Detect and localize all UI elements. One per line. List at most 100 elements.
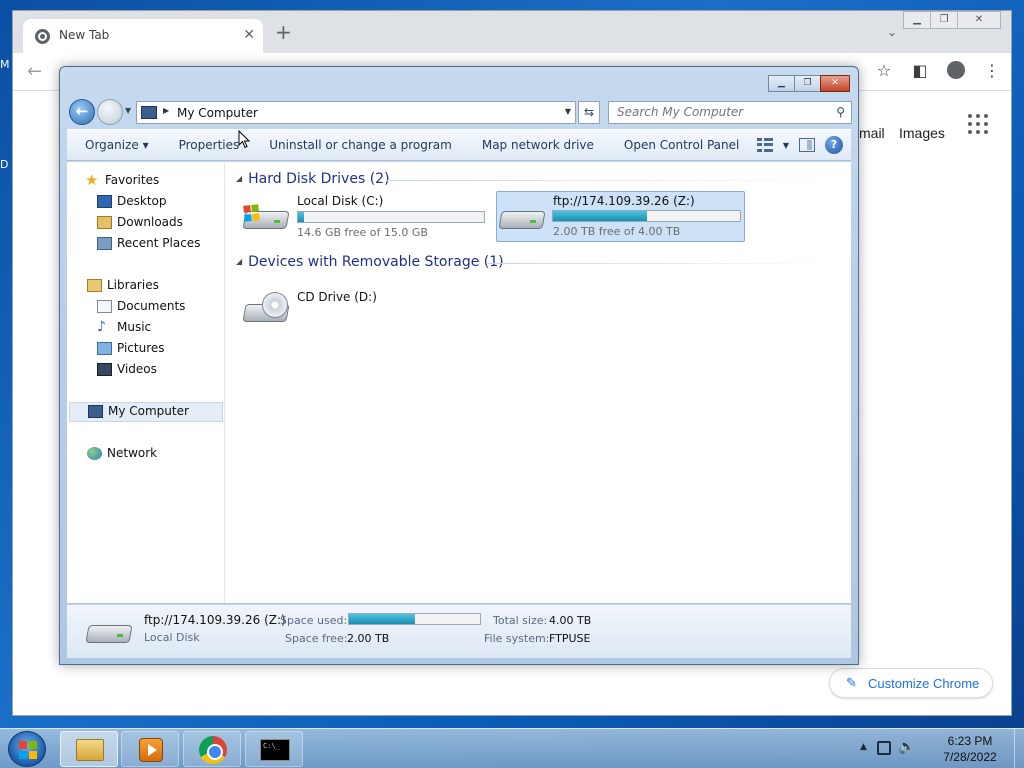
computer-icon [88, 405, 103, 418]
breadcrumb-separator-icon[interactable]: ▶ [163, 106, 169, 115]
help-icon[interactable]: ? [825, 136, 843, 154]
explorer-body: ★ Favorites Desktop Downloads Recent Pla… [67, 162, 851, 603]
drive-c[interactable]: Local Disk (C:) 14.6 GB free of 15.0 GB [242, 191, 485, 242]
start-button[interactable] [8, 731, 46, 767]
open-control-panel-button[interactable]: Open Control Panel [609, 138, 754, 152]
nav-item-label: My Computer [108, 404, 189, 418]
clock-date: 7/28/2022 [943, 750, 997, 764]
customize-chrome-button[interactable]: ✎ Customize Chrome [829, 668, 993, 698]
change-view-icon[interactable] [756, 138, 773, 152]
nav-item-label: Desktop [117, 194, 167, 208]
total-size-label: Total size: [493, 614, 548, 627]
volume-icon[interactable]: 🔈 [898, 739, 915, 755]
explorer-minimize-button[interactable]: ▁ [768, 75, 795, 92]
details-pane: ftp://174.109.39.26 (Z:) Local Disk Spac… [67, 604, 851, 658]
tab-search-icon[interactable]: ⌄ [887, 25, 897, 39]
explorer-close-button[interactable]: ✕ [820, 75, 850, 92]
desktop-edge: M D [0, 58, 12, 258]
nav-item-label: Recent Places [117, 236, 201, 250]
group-divider [488, 263, 836, 264]
gmail-link[interactable]: mail [859, 125, 885, 141]
nav-item-label: Downloads [117, 215, 183, 229]
space-used-fill [349, 614, 415, 624]
organize-button[interactable]: Organize ▾ [67, 138, 164, 152]
collapse-triangle-icon: ◢ [236, 174, 243, 183]
clock-time: 6:23 PM [947, 734, 993, 748]
tab-close-icon[interactable]: ✕ [243, 27, 255, 43]
drive-name: Local Disk (C:) [297, 194, 384, 208]
hard-drive-icon [242, 204, 290, 231]
drive-free-space: 2.00 TB free of 4.00 TB [553, 225, 681, 238]
taskbar-chrome-button[interactable] [183, 731, 241, 767]
group-title: Devices with Removable Storage (1) [248, 254, 504, 270]
search-input[interactable] [617, 105, 817, 119]
chrome-menu-icon[interactable]: ⋮ [983, 61, 1001, 83]
show-hidden-icons-icon[interactable]: ▲ [860, 742, 867, 752]
nav-item-my-computer[interactable]: My Computer [69, 402, 223, 422]
explorer-maximize-button[interactable]: ❐ [794, 75, 821, 92]
folder-icon [76, 739, 104, 761]
chrome-tab-new-tab[interactable]: New Tab ✕ [23, 19, 263, 53]
side-panel-icon[interactable]: ◧ [911, 61, 929, 83]
show-desktop-button[interactable] [1014, 729, 1024, 768]
nav-item-label: Videos [117, 362, 157, 376]
chrome-toolbar-icons: ☆ ◧ ⋮ [875, 61, 1001, 83]
clock[interactable]: 6:23 PM 7/28/2022 [930, 733, 1010, 765]
search-icon[interactable]: ⚲ [836, 105, 845, 119]
chrome-maximize-button[interactable]: ❐ [930, 11, 958, 29]
taskbar-cmd-button[interactable]: C:\_ [245, 731, 303, 767]
space-used-label: Space used: [280, 614, 348, 627]
address-path[interactable]: My Computer [177, 106, 258, 120]
details-drive-type: Local Disk [144, 631, 200, 644]
refresh-icon[interactable]: ⇆ [578, 101, 600, 124]
pictures-icon [97, 342, 112, 355]
new-tab-button[interactable]: + [275, 22, 292, 42]
address-dropdown-icon[interactable]: ▼ [565, 107, 571, 116]
drive-usage-fill [298, 212, 304, 222]
address-bar[interactable]: ▶ My Computer ▼ [136, 101, 576, 124]
preview-pane-icon[interactable] [799, 138, 815, 152]
images-link[interactable]: Images [899, 125, 945, 141]
drive-z[interactable]: ftp://174.109.39.26 (Z:) 2.00 TB free of… [496, 191, 746, 243]
chrome-tab-title: New Tab [59, 28, 110, 42]
chrome-tab-strip: New Tab ✕ + ⌄ ▁ ❐ ✕ [13, 11, 1011, 53]
nav-back-button[interactable]: ← [69, 99, 95, 125]
uninstall-program-button[interactable]: Uninstall or change a program [254, 138, 467, 152]
back-arrow-icon[interactable]: ← [27, 61, 42, 82]
google-apps-icon[interactable] [968, 114, 988, 134]
profile-icon[interactable] [947, 61, 965, 83]
map-network-drive-button[interactable]: Map network drive [467, 138, 609, 152]
taskbar-explorer-button[interactable] [60, 731, 118, 767]
nav-item-label: Network [107, 446, 158, 460]
documents-icon [97, 300, 112, 313]
windows-logo-icon [243, 204, 261, 222]
music-note-icon: ♪ [97, 319, 106, 335]
customize-chrome-label: Customize Chrome [868, 676, 980, 691]
network-status-icon[interactable] [877, 741, 891, 755]
drive-d[interactable]: CD Drive (D:) [242, 280, 404, 330]
space-used-bar [348, 613, 481, 625]
group-divider [386, 180, 836, 181]
chrome-close-button[interactable]: ✕ [957, 11, 1001, 29]
media-player-icon [139, 738, 163, 762]
taskbar-media-player-button[interactable] [121, 731, 179, 767]
navigation-pane: ★ Favorites Desktop Downloads Recent Pla… [67, 162, 225, 603]
command-bar: Organize ▾ Properties Uninstall or chang… [67, 129, 851, 161]
desktop-edge-text-top: M [0, 58, 10, 71]
details-drive-name: ftp://174.109.39.26 (Z:) [144, 613, 286, 627]
group-title: Hard Disk Drives (2) [248, 171, 390, 187]
group-header-hard-disk-drives[interactable]: ◢ Hard Disk Drives (2) [236, 171, 390, 187]
recent-places-icon [97, 237, 112, 250]
content-pane: ◢ Hard Disk Drives (2) Local Disk (C:) 14… [226, 162, 851, 603]
bookmark-star-icon[interactable]: ☆ [875, 61, 893, 83]
view-dropdown-icon[interactable]: ▼ [783, 141, 789, 150]
nav-forward-button[interactable] [97, 99, 123, 125]
chrome-minimize-button[interactable]: ▁ [903, 11, 931, 29]
explorer-window-controls: ▁ ❐ ✕ [768, 75, 850, 92]
desktop-edge-text-mid: D [0, 158, 9, 171]
cd-drive-icon [242, 292, 290, 324]
group-header-removable-storage[interactable]: ◢ Devices with Removable Storage (1) [236, 254, 504, 270]
drive-name: CD Drive (D:) [297, 290, 377, 304]
recent-pages-dropdown-icon[interactable]: ▼ [125, 106, 131, 115]
search-box[interactable]: ⚲ [608, 101, 852, 124]
